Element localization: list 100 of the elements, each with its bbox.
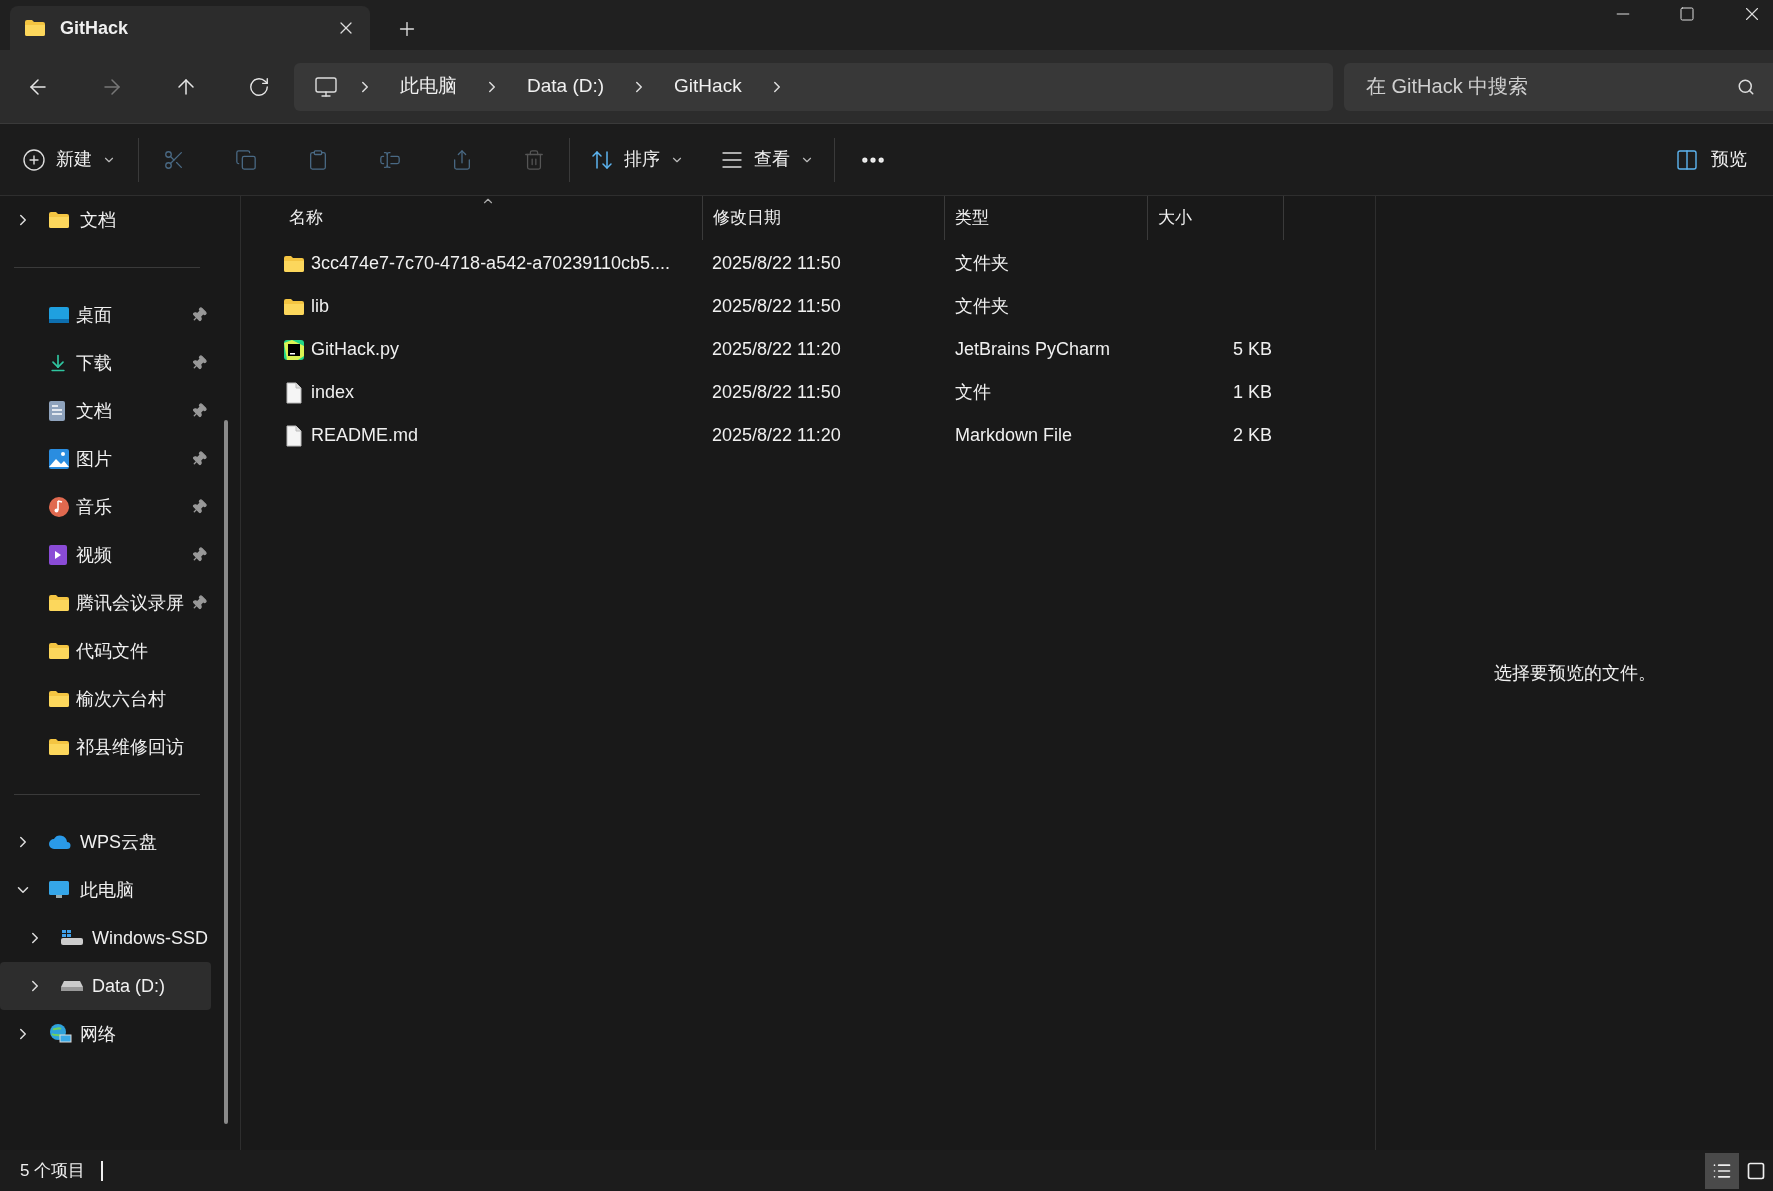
document-icon [48,400,66,422]
file-row[interactable]: index 2025/8/22 11:50 文件 1 KB [259,371,1375,414]
column-header[interactable]: 名称 [259,196,703,240]
file-size: 1 KB [1232,381,1272,404]
video-icon [48,544,68,566]
sidebar-label: 网络 [80,1022,116,1046]
computer-icon [48,880,70,900]
sidebar-label: 祁县维修回访 [76,735,185,759]
file-size: 5 KB [1232,338,1272,361]
sidebar-item[interactable]: 祁县维修回访 [0,723,211,771]
sidebar-item[interactable]: Windows-SSD [0,914,211,962]
sidebar-item[interactable]: 文档 [0,387,211,435]
sidebar-label: 腾讯会议录屏 [76,591,185,615]
folder-icon [48,594,70,612]
file-name: index [311,381,355,404]
sidebar-label: WPS云盘 [80,830,157,854]
view-button[interactable]: 查看 [714,137,820,182]
sidebar-item[interactable]: Data (D:) [0,962,211,1010]
breadcrumb[interactable]: GitHack [666,72,750,101]
sidebar-label: 文档 [76,399,113,423]
sidebar-label: 代码文件 [76,639,149,663]
cloud-icon [48,834,72,850]
download-icon [48,353,68,373]
refresh-icon[interactable] [248,75,270,98]
sidebar-label: 此电脑 [80,878,134,902]
file-type: JetBrains PyCharm [954,338,1112,361]
column-header[interactable]: 类型 [945,196,1148,240]
preview-button[interactable]: 预览 [1667,137,1755,182]
folder-icon [48,690,70,708]
sidebar-item[interactable]: WPS云盘 [0,818,211,866]
preview-message: 选择要预览的文件。 [1493,661,1656,685]
sidebar-label: 文档 [80,208,116,232]
sidebar-item[interactable]: 下载 [0,339,211,387]
desktop-icon [48,306,70,324]
breadcrumb[interactable]: Data (D:) [519,72,613,101]
sidebar-item[interactable]: 榆次六台村 [0,675,211,723]
column-header[interactable]: 修改日期 [703,196,945,240]
folder-icon [48,738,70,756]
sidebar-label: 榆次六台村 [76,687,167,711]
details-view-button[interactable] [1705,1152,1739,1189]
app-icon [283,338,305,361]
folder-icon [283,297,305,316]
sidebar-label: 音乐 [76,495,113,519]
file-icon [285,381,303,404]
sidebar-item[interactable]: 视频 [0,531,211,579]
sidebar-item[interactable]: 代码文件 [0,627,211,675]
sidebar-item[interactable]: 图片 [0,435,211,483]
file-type: 文件夹 [954,252,1010,275]
file-type: 文件 [954,381,992,404]
file-row[interactable]: 3cc474e7-7c70-4718-a542-a70239110cb5.... 2025/8/22 11:50 文件夹 [259,242,1375,285]
address-bar[interactable]: 此电脑 Data (D:) GitHack [294,62,1333,111]
network-icon [48,1023,72,1045]
file-name: 3cc474e7-7c70-4718-a542-a70239110cb5.... [311,252,670,275]
new-button[interactable]: 新建 [22,137,124,182]
panel-icon [1675,147,1699,172]
drive-icon [60,980,84,992]
sidebar-label: 图片 [76,447,113,471]
sidebar-label: Data (D:) [92,974,165,998]
plus-icon [22,147,46,172]
modified-date: 2025/8/22 11:50 [711,381,842,404]
scrollbar[interactable] [224,420,228,1124]
modified-date: 2025/8/22 11:50 [711,252,842,275]
modified-date: 2025/8/22 11:50 [711,295,842,318]
sidebar-label: Windows-SSD [92,926,209,950]
file-size: 2 KB [1232,424,1272,447]
sidebar-item[interactable]: 网络 [0,1010,211,1058]
file-row[interactable]: GitHack.py 2025/8/22 11:20 JetBrains PyCharm 5 KB [259,328,1375,371]
computer-icon [314,74,338,99]
breadcrumb[interactable]: 此电脑 [392,72,465,101]
sidebar-item[interactable]: 腾讯会议录屏 [0,579,211,627]
file-row[interactable]: README.md 2025/8/22 11:20 Markdown File 2 KB [259,414,1375,457]
item-count: 5 个项目 [20,1159,86,1182]
search-field[interactable]: 在 GitHack 中搜索 [1344,62,1773,111]
file-name: GitHack.py [311,338,400,361]
file-row[interactable]: lib 2025/8/22 11:50 文件夹 [259,285,1375,328]
sidebar-item[interactable]: 桌面 [0,291,211,339]
music-icon [48,496,70,518]
sidebar-label: 视频 [76,543,113,567]
sidebar-label: 下载 [76,351,113,375]
sort-button[interactable]: 排序 [584,137,690,182]
folder-icon [48,642,70,660]
sidebar-item[interactable]: 音乐 [0,483,211,531]
sidebar-item[interactable]: 文档 [0,196,211,244]
file-name: lib [311,295,329,318]
file-icon [285,424,303,447]
square-icon [1746,1160,1766,1181]
drive-icon [60,929,84,947]
tab[interactable]: GitHack [10,6,370,50]
maximize-icon[interactable] [1679,6,1695,22]
search-icon[interactable] [1737,77,1755,96]
modified-date: 2025/8/22 11:20 [711,424,842,447]
file-type: 文件夹 [954,295,1010,318]
sidebar-item[interactable]: 此电脑 [0,866,211,914]
folder-icon [48,211,70,229]
folder-icon [24,19,46,37]
file-type: Markdown File [954,424,1074,447]
folder-icon [283,254,305,273]
column-header[interactable]: 大小 [1148,196,1284,240]
picture-icon [48,448,70,470]
file-name: README.md [311,424,418,447]
